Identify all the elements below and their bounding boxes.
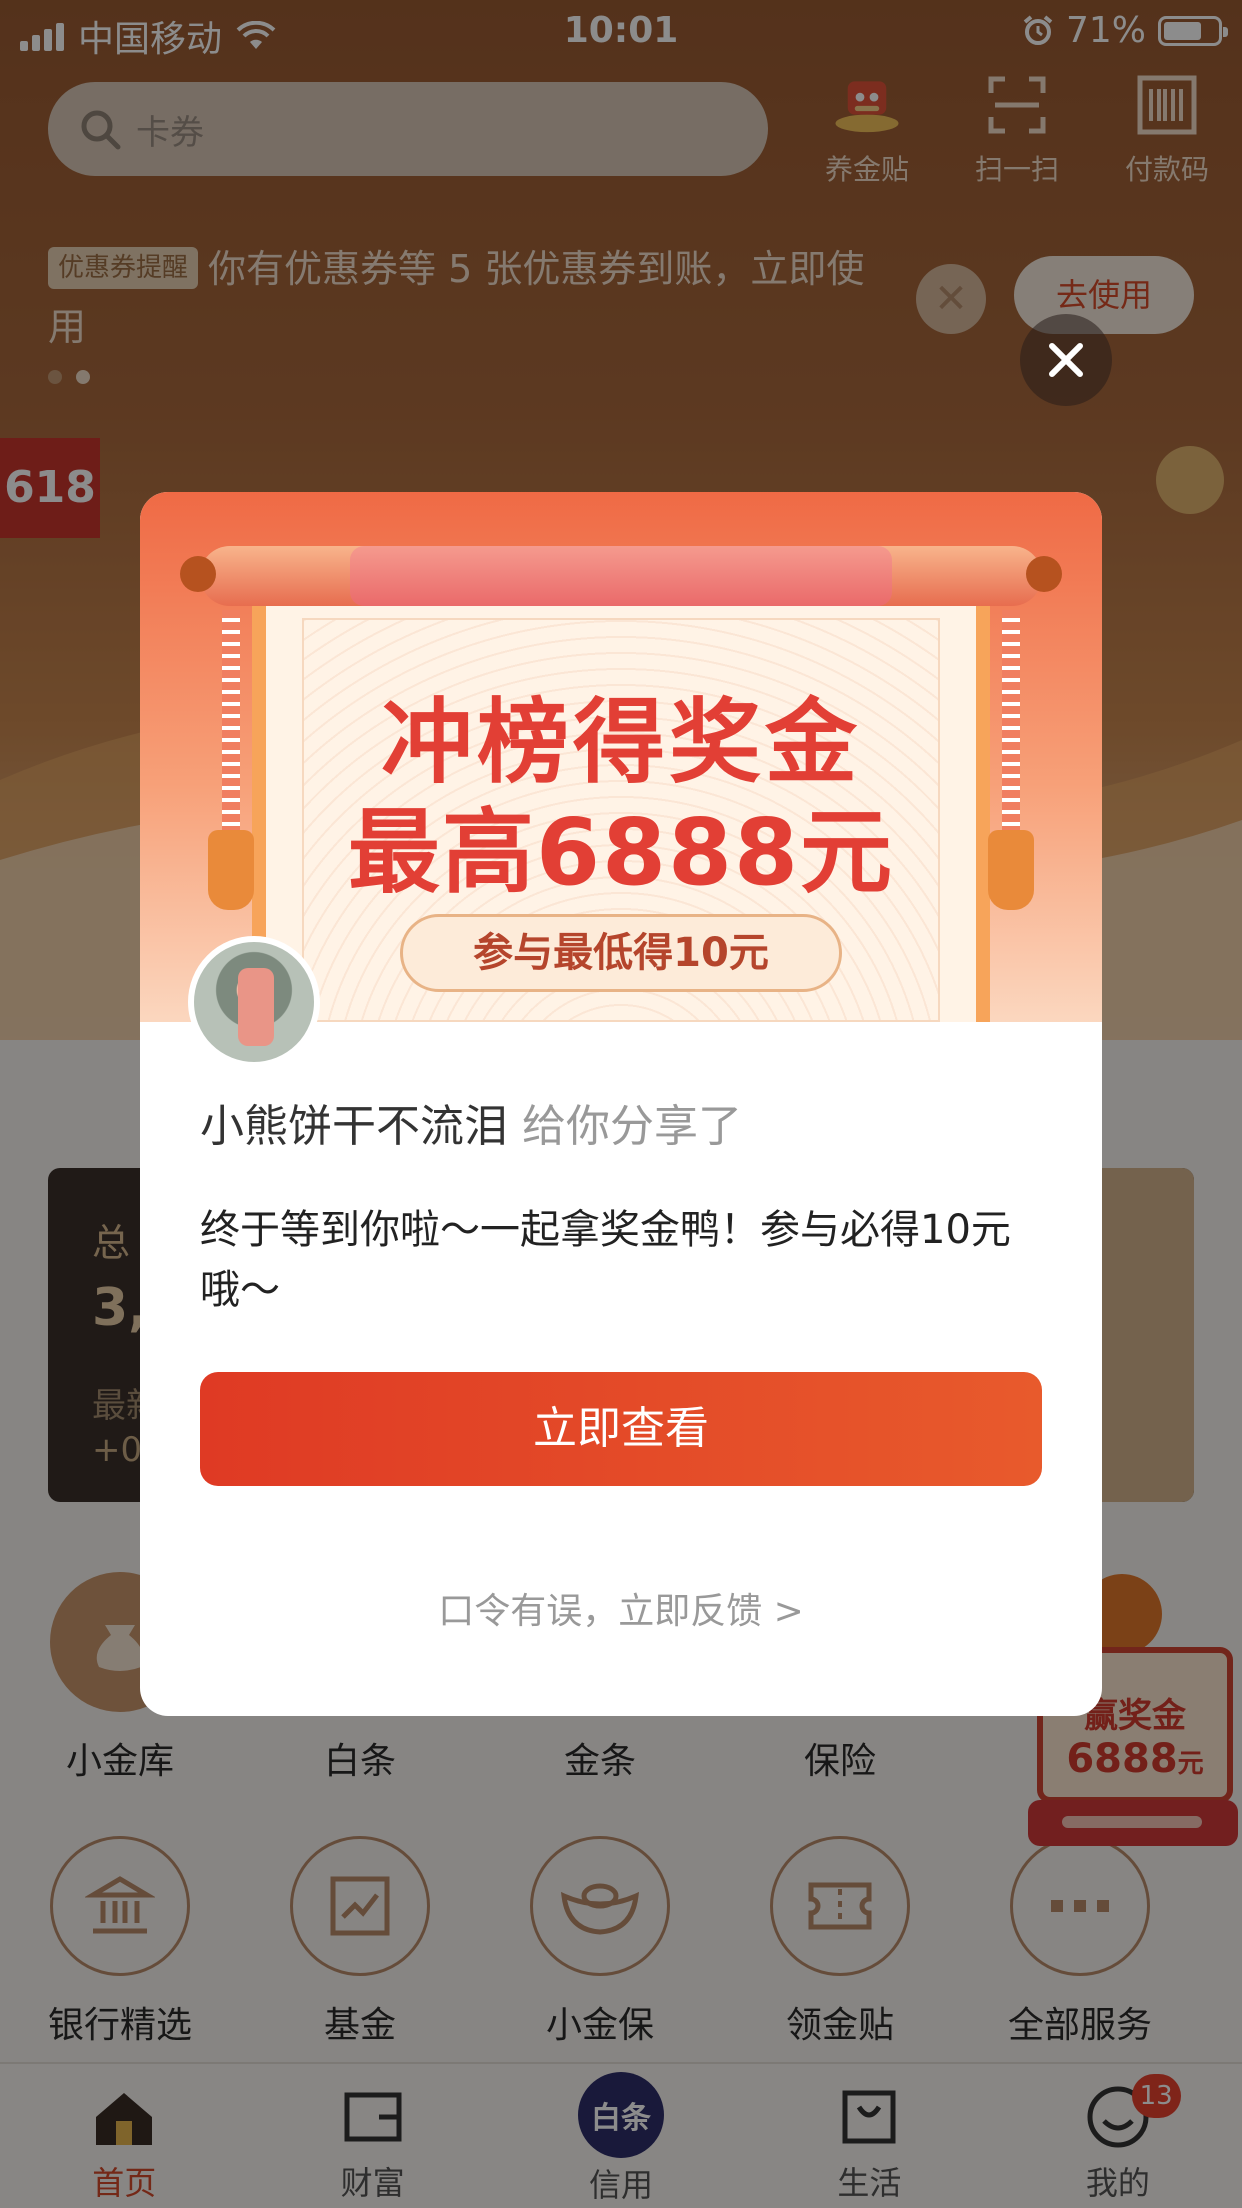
share-line: 小熊饼干不流泪 给你分享了 <box>200 1090 742 1154</box>
share-message: 终于等到你啦～一起拿奖金鸭！参与必得10元哦～ <box>200 1207 1011 1313</box>
close-icon <box>1049 343 1083 377</box>
feedback-link[interactable]: 口令有误，立即反馈 > <box>140 1582 1102 1634</box>
scroll-rod <box>200 546 1042 606</box>
hero-pill: 参与最低得10元 <box>400 914 842 992</box>
hero-subtitle: 最高6888元 <box>347 799 895 906</box>
sharer-name: 小熊饼干不流泪 <box>200 1101 508 1152</box>
share-suffix: 给你分享了 <box>508 1101 742 1152</box>
share-modal: 冲榜得奖金 最高6888元 参与最低得10元 小熊饼干不流泪 给你分享了 终于等… <box>140 492 1102 1716</box>
modal-close-button[interactable] <box>1020 314 1112 406</box>
sharer-avatar <box>188 936 320 1068</box>
view-now-button[interactable]: 立即查看 <box>200 1372 1042 1486</box>
